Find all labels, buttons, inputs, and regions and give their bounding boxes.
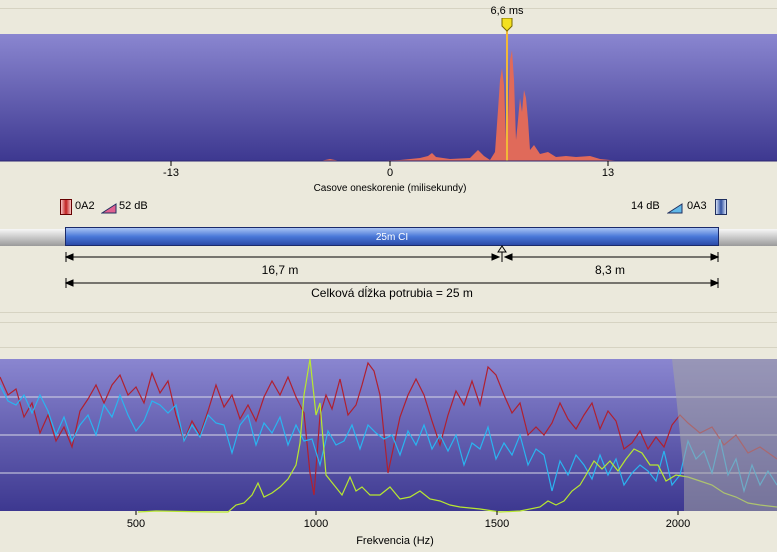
right-sensor-icon[interactable]: [715, 199, 727, 215]
spectrum-tick-label: 500: [126, 518, 146, 530]
spectrum-tick-label: 2000: [665, 518, 691, 530]
left-gain-label: 52 dB: [119, 200, 148, 212]
divider: [0, 347, 777, 348]
spectrum-axis-title: Frekvencia (Hz): [356, 535, 434, 547]
divider: [0, 312, 777, 313]
spectrum-chart: [0, 358, 777, 515]
total-length-label: Celková dĺžka potrubia = 25 m: [311, 286, 473, 300]
correlation-axis-title: Casove oneskorenie (milisekundy): [313, 183, 467, 194]
correlation-tick-label: 0: [386, 167, 394, 179]
divider: [0, 322, 777, 323]
distance-right-label: 8,3 m: [594, 263, 625, 277]
right-sensor-label: 0A3: [687, 200, 707, 212]
left-sensor-icon[interactable]: [60, 199, 72, 215]
spectrum-tick-label: 1500: [484, 518, 510, 530]
right-gain-icon: [666, 201, 683, 219]
delay-marker-label: 6,6 ms: [490, 5, 524, 17]
left-sensor-label: 0A2: [75, 200, 95, 212]
pipe-dimensions: [64, 245, 720, 288]
correlation-tick-label: 13: [601, 167, 615, 179]
correlation-tick-label: -13: [163, 167, 179, 179]
distance-left-label: 16,7 m: [261, 263, 299, 277]
right-gain-label: 14 dB: [631, 200, 660, 212]
delay-marker-handle[interactable]: [497, 17, 517, 32]
left-gain-icon: [100, 201, 117, 219]
correlation-plot-area: [0, 34, 777, 161]
leak-position-marker: [497, 245, 507, 253]
spectrum-tick-label: 1000: [303, 518, 329, 530]
disabled-frequency-region: [672, 359, 777, 511]
